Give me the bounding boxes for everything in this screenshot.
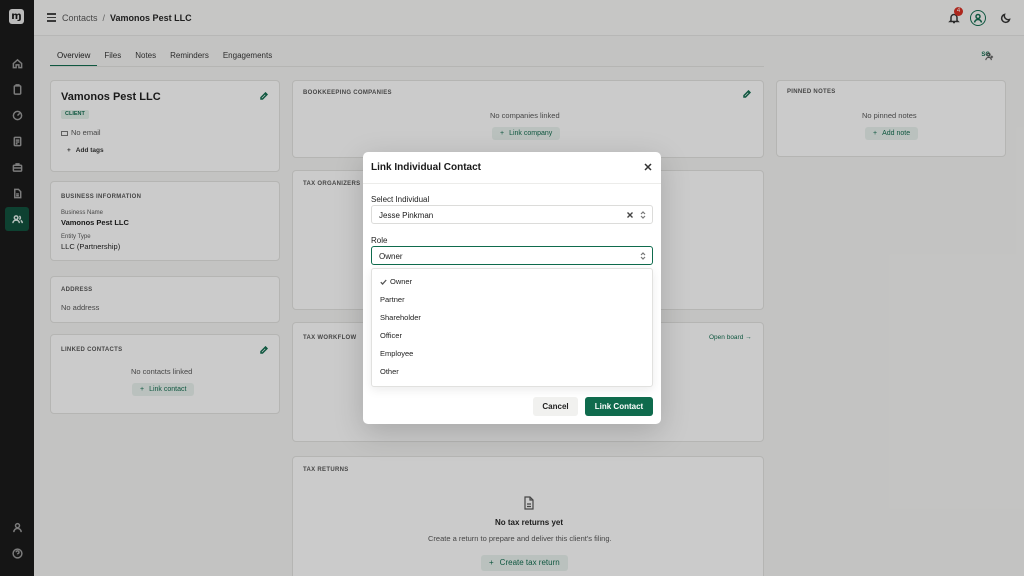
role-option-officer[interactable]: Officer (372, 326, 652, 344)
cancel-button[interactable]: Cancel (533, 397, 578, 416)
role-option-label: Partner (380, 295, 405, 304)
role-option-partner[interactable]: Partner (372, 290, 652, 308)
individual-select[interactable]: Jesse Pinkman (371, 205, 653, 224)
role-select-value: Owner (379, 252, 403, 261)
role-option-shareholder[interactable]: Shareholder (372, 308, 652, 326)
role-option-label: Shareholder (380, 313, 421, 322)
role-label: Role (371, 236, 388, 245)
select-individual-label: Select Individual (371, 195, 430, 204)
individual-select-value: Jesse Pinkman (379, 211, 434, 220)
role-option-label: Other (380, 367, 399, 376)
role-option-label: Officer (380, 331, 402, 340)
chevron-updown-icon (640, 251, 646, 261)
role-dropdown: Owner Partner Shareholder Officer Employ… (371, 268, 653, 387)
modal-divider (363, 183, 661, 184)
role-select[interactable]: Owner (371, 246, 653, 265)
role-option-label: Owner (390, 277, 413, 286)
link-contact-modal: Link Individual Contact Select Individua… (363, 152, 661, 424)
role-option-owner[interactable]: Owner (372, 272, 652, 290)
close-icon[interactable] (643, 162, 653, 172)
modal-title: Link Individual Contact (371, 162, 482, 173)
role-option-employee[interactable]: Employee (372, 344, 652, 362)
check-icon (380, 278, 387, 285)
role-option-label: Employee (380, 349, 414, 358)
link-contact-submit-button[interactable]: Link Contact (585, 397, 653, 416)
chevron-updown-icon (640, 210, 646, 220)
clear-icon[interactable] (626, 211, 634, 219)
role-option-other[interactable]: Other (372, 362, 652, 380)
